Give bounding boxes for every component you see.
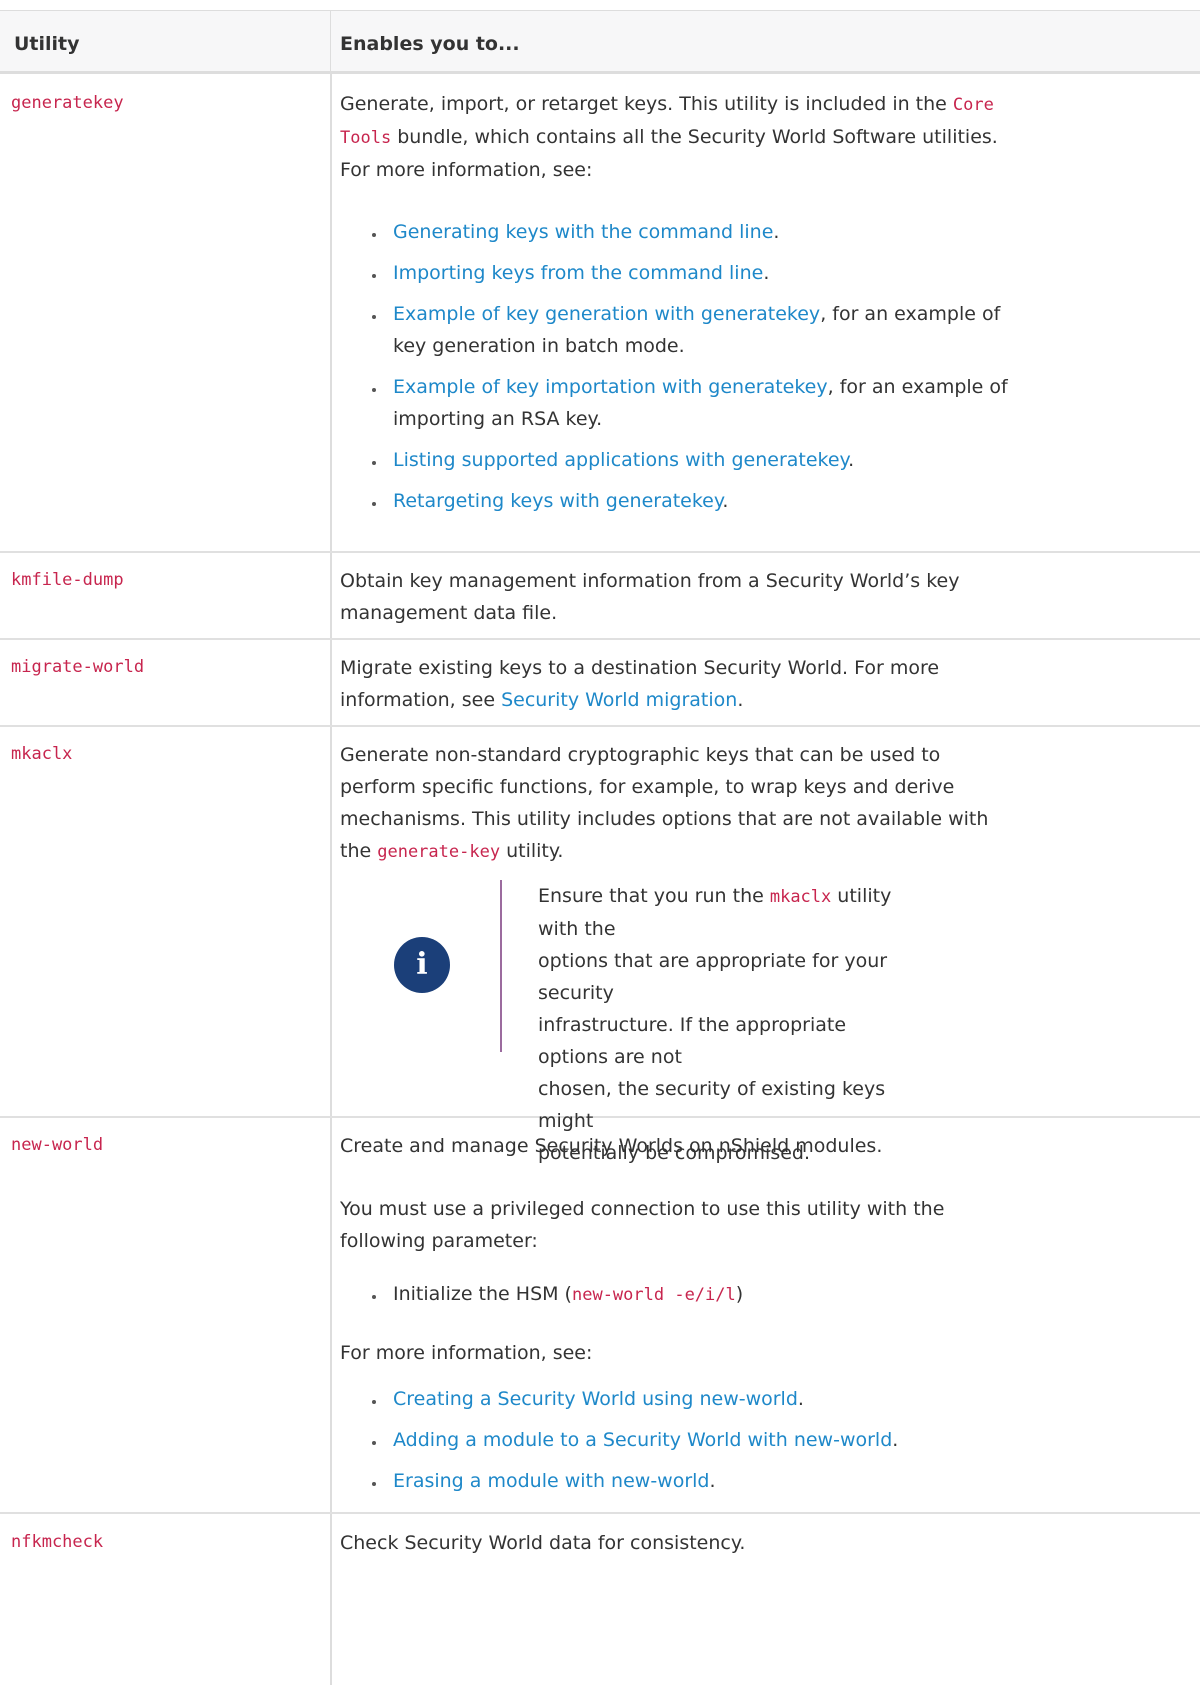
link-retargeting-keys[interactable]: Retargeting keys with generatekey (393, 490, 722, 512)
list-item: Generating keys with the command line. (393, 221, 780, 243)
column-divider (330, 74, 332, 1685)
link-example-key-importation[interactable]: Example of key importation with generate… (393, 376, 828, 398)
utility-name: generatekey (11, 93, 124, 113)
utility-name: kmfile-dump (11, 570, 124, 590)
table-header: Utility Enables you to... (0, 10, 1200, 74)
utility-name: nfkmcheck (11, 1532, 104, 1552)
info-icon: i (394, 937, 450, 993)
utility-description: Migrate existing keys to a destination S… (340, 657, 940, 711)
list-item: Listing supported applications with gene… (393, 449, 855, 471)
list-item: Example of key generation with generatek… (393, 303, 1001, 357)
row-separator (0, 551, 1200, 553)
list-item: Retargeting keys with generatekey. (393, 490, 729, 512)
bullet-icon (372, 233, 376, 237)
row-separator (0, 638, 1200, 640)
utility-description: Generate, import, or retarget keys. This… (340, 93, 998, 181)
link-adding-module[interactable]: Adding a module to a Security World with… (393, 1429, 892, 1451)
column-header-utility: Utility (14, 33, 80, 55)
bullet-icon (372, 1482, 376, 1486)
column-header-enables: Enables you to... (340, 33, 520, 55)
utility-description-more: For more information, see: (340, 1342, 593, 1364)
header-divider (330, 11, 331, 72)
link-listing-applications[interactable]: Listing supported applications with gene… (393, 449, 848, 471)
utility-description: Check Security World data for consistenc… (340, 1532, 746, 1554)
utility-description-intro: Create and manage Security Worlds on nSh… (340, 1135, 883, 1157)
note-divider (500, 880, 502, 1052)
bullet-icon (372, 315, 376, 319)
utility-description: Obtain key management information from a… (340, 570, 960, 624)
utility-name: mkaclx (11, 744, 73, 764)
list-item: Initialize the HSM (new-world -e/i/l) (393, 1283, 744, 1305)
link-erasing-module[interactable]: Erasing a module with new-world (393, 1470, 710, 1492)
link-creating-security-world[interactable]: Creating a Security World using new-worl… (393, 1388, 798, 1410)
row-separator (0, 725, 1200, 727)
link-generating-keys[interactable]: Generating keys with the command line (393, 221, 773, 243)
utility-name: new-world (11, 1135, 104, 1155)
link-example-key-generation[interactable]: Example of key generation with generatek… (393, 303, 820, 325)
bullet-icon (372, 502, 376, 506)
list-item: Importing keys from the command line. (393, 262, 770, 284)
utility-description: Generate non-standard cryptographic keys… (340, 744, 989, 862)
list-item: Adding a module to a Security World with… (393, 1429, 899, 1451)
utility-description-privileged: You must use a privileged connection to … (340, 1198, 945, 1252)
bullet-icon (372, 461, 376, 465)
bullet-icon (372, 274, 376, 278)
bullet-icon (372, 1400, 376, 1404)
row-separator (0, 1512, 1200, 1514)
link-security-world-migration[interactable]: Security World migration (501, 689, 737, 711)
bullet-icon (372, 1441, 376, 1445)
list-item: Example of key importation with generate… (393, 376, 1008, 430)
bullet-icon (372, 1295, 376, 1299)
note-text: Ensure that you run the mkaclx utility w… (538, 885, 892, 1164)
list-item: Erasing a module with new-world. (393, 1470, 716, 1492)
link-importing-keys[interactable]: Importing keys from the command line (393, 262, 763, 284)
bullet-icon (372, 388, 376, 392)
list-item: Creating a Security World using new-worl… (393, 1388, 804, 1410)
utility-name: migrate-world (11, 657, 145, 677)
